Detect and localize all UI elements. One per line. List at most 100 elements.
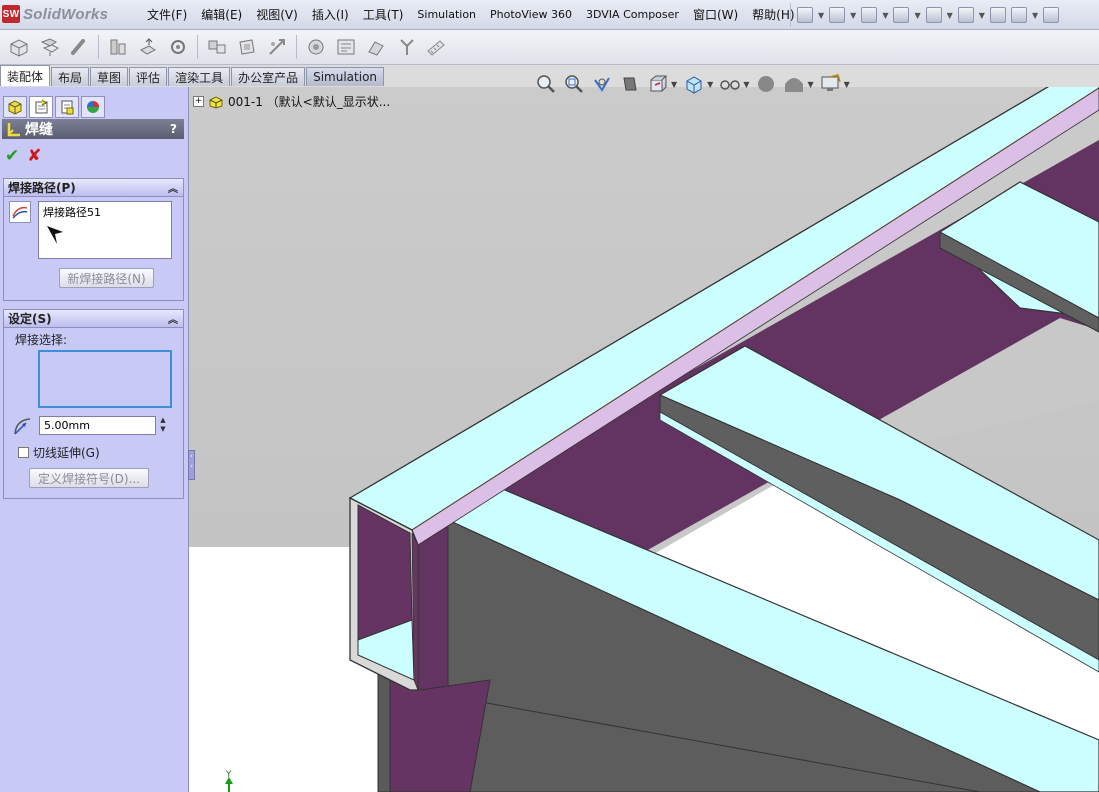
settings-group: 设定(S) ︽ 焊接选择: 5.00mm ▲ ▼ 切线延伸(G) 定义焊接符号(D…: [3, 309, 184, 499]
previous-view-icon[interactable]: [591, 73, 613, 95]
solidworks-logo: SW SolidWorks: [2, 3, 108, 25]
instant3d-icon[interactable]: [423, 34, 449, 60]
move-component-icon[interactable]: [135, 34, 161, 60]
weld-selection-label: 焊接选择:: [15, 333, 68, 347]
weld-selection-box[interactable]: [38, 350, 172, 408]
menu-3dvia[interactable]: 3DVIA Composer: [579, 8, 686, 21]
weld-path-icon: [9, 201, 31, 223]
file-properties-icon[interactable]: [1010, 7, 1027, 23]
ok-check-icon[interactable]: ✔: [5, 147, 19, 165]
assembly-features-icon[interactable]: [204, 34, 230, 60]
cursor-arrow-icon: [47, 226, 63, 244]
reference-geometry-icon[interactable]: [234, 34, 260, 60]
toolbar-separator: [197, 35, 198, 59]
menu-view[interactable]: 视图(V): [249, 6, 305, 23]
heads-up-view-toolbar: ▼ ▼ ▼ ▼ ▼: [535, 73, 850, 95]
bead-size-input[interactable]: 5.00mm: [39, 416, 156, 435]
help-icon[interactable]: ?: [170, 122, 177, 136]
explode-line-sketch-icon[interactable]: [363, 34, 389, 60]
exploded-view-icon[interactable]: [333, 34, 359, 60]
configuration-manager-tab-icon[interactable]: [55, 96, 79, 118]
weld-path-item[interactable]: 焊接路径51: [43, 204, 167, 220]
zoom-area-icon[interactable]: [563, 73, 585, 95]
hide-show-icon[interactable]: [719, 73, 741, 95]
logo-text: SolidWorks: [23, 5, 109, 23]
toolbar-separator: [98, 35, 99, 59]
edit-appearance-icon[interactable]: [755, 73, 777, 95]
tab-sketch[interactable]: 草图: [90, 67, 129, 86]
select-icon[interactable]: [957, 7, 974, 23]
leg-front: [377, 669, 491, 792]
linear-pattern-icon[interactable]: [66, 34, 92, 60]
open-icon[interactable]: [829, 7, 846, 23]
tab-layout[interactable]: 布局: [51, 67, 90, 86]
chevron-down-icon[interactable]: ▼: [707, 80, 713, 89]
zoom-to-fit-icon[interactable]: [535, 73, 557, 95]
settings-group-title: 设定(S): [8, 312, 52, 326]
undo-icon[interactable]: [925, 7, 942, 23]
weld-path-group-title: 焊接路径(P): [8, 181, 76, 195]
interference-detection-icon[interactable]: [393, 34, 419, 60]
feature-tree-flyout[interactable]: + 001-1 （默认<默认_显示状...: [193, 93, 390, 110]
feature-manager-tab-icon[interactable]: [3, 96, 27, 118]
weld-path-list[interactable]: 焊接路径51: [38, 201, 172, 259]
insert-component-icon[interactable]: [6, 34, 32, 60]
smart-fasteners-icon[interactable]: [105, 34, 131, 60]
new-weld-path-button[interactable]: 新焊接路径(N): [59, 268, 154, 288]
settings-group-header[interactable]: 设定(S) ︽: [4, 310, 183, 328]
ok-cancel-bar: ✔ ✘: [5, 147, 42, 165]
graphics-area[interactable]: [189, 87, 1099, 792]
property-manager-tab-icon[interactable]: [29, 96, 53, 118]
tangent-propagation-label: 切线延伸(G): [33, 446, 100, 460]
menu-simulation[interactable]: Simulation: [410, 8, 483, 21]
menu-file[interactable]: 文件(F): [140, 6, 194, 23]
rebuild-icon[interactable]: [989, 7, 1006, 23]
options-icon[interactable]: [1043, 7, 1060, 23]
collapse-icon[interactable]: ︽: [168, 311, 178, 326]
tab-render-tools[interactable]: 渲染工具: [168, 67, 231, 86]
define-weld-symbol-button[interactable]: 定义焊接符号(D)...: [29, 468, 149, 488]
menu-tools[interactable]: 工具(T): [356, 6, 411, 23]
tab-simulation[interactable]: Simulation: [306, 67, 385, 86]
menu-edit[interactable]: 编辑(E): [194, 6, 249, 23]
toolbar-separator: [296, 35, 297, 59]
view-orientation-icon[interactable]: [647, 73, 669, 95]
display-style-icon[interactable]: [683, 73, 705, 95]
assembly-name: 001-1 （默认<默认_显示状...: [228, 95, 391, 109]
property-manager-title: 焊缝: [25, 122, 53, 138]
solidworks-logo-icon: SW: [2, 5, 20, 23]
show-hidden-icon[interactable]: [165, 34, 191, 60]
chevron-down-icon[interactable]: ▼: [671, 80, 677, 89]
tab-office-products[interactable]: 办公室产品: [231, 67, 306, 86]
apply-scene-icon[interactable]: [783, 73, 805, 95]
expand-icon[interactable]: +: [193, 96, 204, 107]
collapse-icon[interactable]: ︽: [168, 180, 178, 195]
tangent-propagation-checkbox[interactable]: [18, 447, 29, 458]
chevron-down-icon[interactable]: ▼: [743, 80, 749, 89]
weld-path-group-header[interactable]: 焊接路径(P) ︽: [4, 179, 183, 197]
chevron-down-icon[interactable]: ▼: [844, 80, 850, 89]
bill-of-materials-icon[interactable]: [303, 34, 329, 60]
display-manager-tab-icon[interactable]: [81, 96, 105, 118]
new-motion-study-icon[interactable]: [264, 34, 290, 60]
view-settings-icon[interactable]: [820, 73, 842, 95]
section-view-icon[interactable]: [619, 73, 641, 95]
tab-assembly[interactable]: 装配体: [0, 65, 51, 86]
property-manager-header: 焊缝 ?: [2, 119, 184, 139]
chevron-down-icon[interactable]: ▼: [807, 80, 813, 89]
print-icon[interactable]: [893, 7, 910, 23]
bead-size-spinner[interactable]: ▲ ▼: [158, 416, 168, 435]
new-document-icon[interactable]: [797, 7, 813, 23]
tab-evaluate[interactable]: 评估: [129, 67, 168, 86]
save-icon[interactable]: [861, 7, 878, 23]
weld-path-group: 焊接路径(P) ︽ 焊接路径51 新焊接路径(N): [3, 178, 184, 301]
mate-icon[interactable]: [36, 34, 62, 60]
assembly-icon: [209, 95, 223, 109]
panel-splitter-handle[interactable]: ‹ ‹: [188, 450, 195, 480]
menu-insert[interactable]: 插入(I): [305, 6, 356, 23]
main-menu: 文件(F) 编辑(E) 视图(V) 插入(I) 工具(T) Simulation…: [140, 0, 802, 29]
menu-window[interactable]: 窗口(W): [686, 6, 745, 23]
menu-photoview[interactable]: PhotoView 360: [483, 8, 579, 21]
command-toolbar: [0, 30, 1099, 65]
cancel-x-icon[interactable]: ✘: [27, 147, 41, 165]
